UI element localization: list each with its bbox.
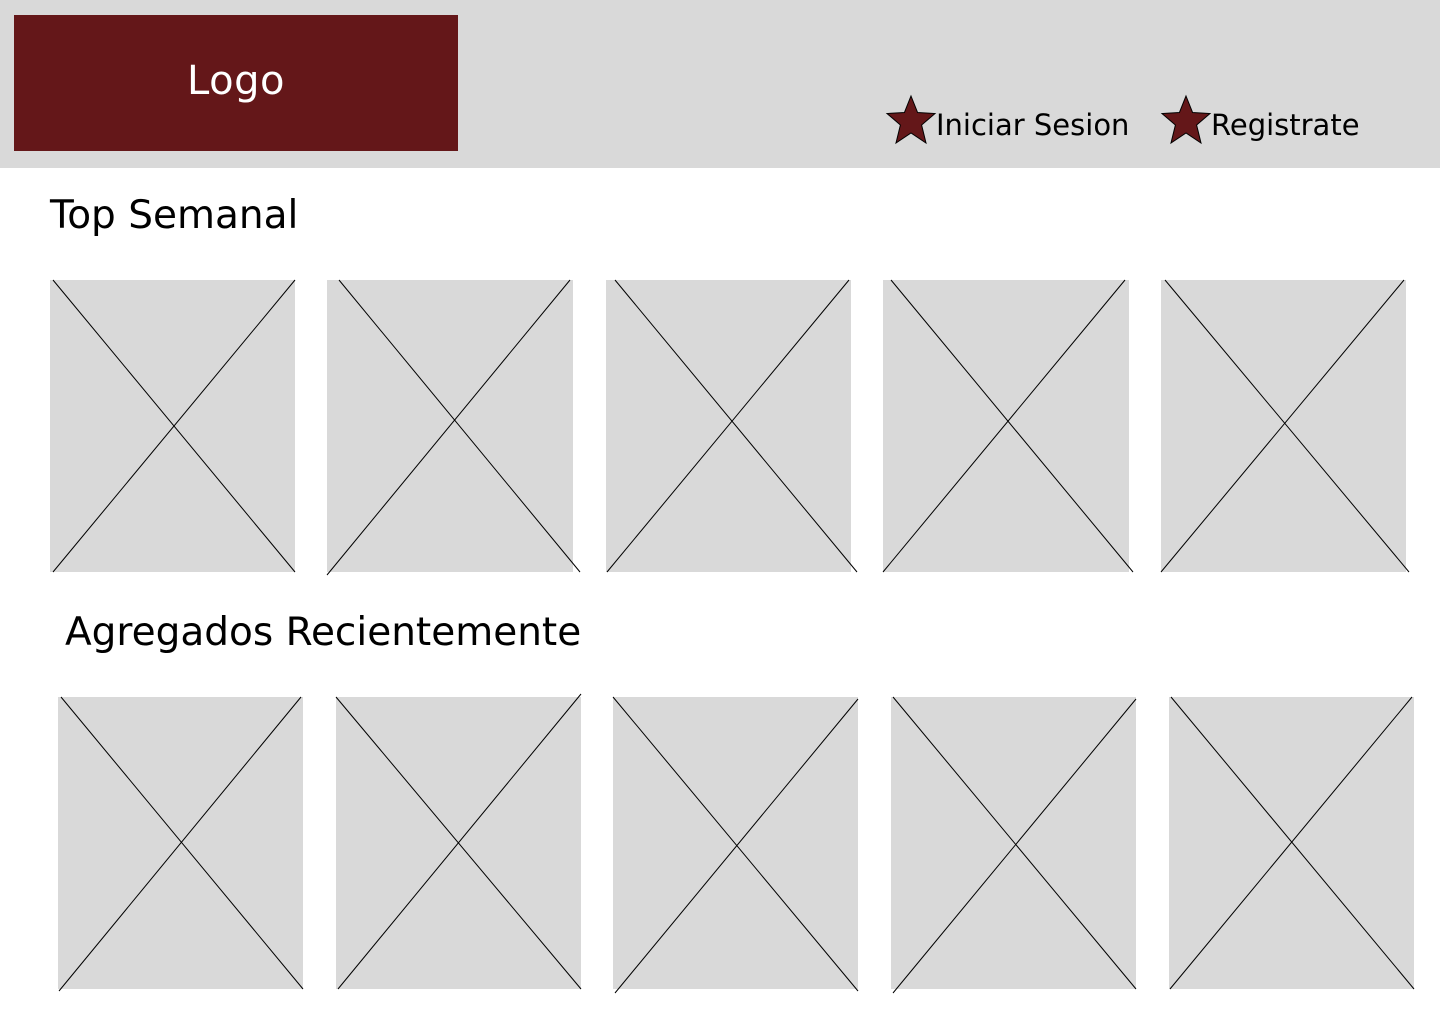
section-title-top-semanal: Top Semanal [50,193,299,238]
logo[interactable]: Logo [14,15,458,151]
section-title-agregados-recientemente: Agregados Recientemente [65,610,582,655]
register-link-label: Registrate [1211,108,1360,142]
placeholder-image-icon [326,279,581,576]
placeholder-image-icon [892,696,1137,994]
logo-text: Logo [187,58,285,104]
login-link[interactable]: Iniciar Sesion [884,94,1129,146]
image-placeholder[interactable] [882,279,1134,573]
image-placeholder[interactable] [58,696,304,992]
placeholder-image-icon [612,696,859,994]
placeholder-image-icon [606,279,858,573]
image-placeholder[interactable] [1160,279,1410,573]
image-placeholder[interactable] [612,696,859,994]
image-placeholder[interactable] [606,279,858,573]
image-placeholder[interactable] [50,279,296,573]
placeholder-image-icon [1169,696,1415,990]
image-placeholder[interactable] [335,693,582,990]
placeholder-image-icon [58,696,304,992]
placeholder-image-icon [882,279,1134,573]
placeholder-image-icon [52,279,296,573]
image-placeholder[interactable] [1169,696,1415,990]
header-bar: Logo Iniciar Sesion Registrate [0,0,1440,168]
image-placeholder[interactable] [891,696,1137,994]
placeholder-image-icon [335,693,582,990]
register-link[interactable]: Registrate [1159,94,1360,146]
image-placeholder[interactable] [326,279,581,576]
star-icon [1160,94,1212,145]
login-link-label: Iniciar Sesion [936,108,1130,142]
star-icon [885,94,937,145]
placeholder-image-icon [1160,279,1410,573]
